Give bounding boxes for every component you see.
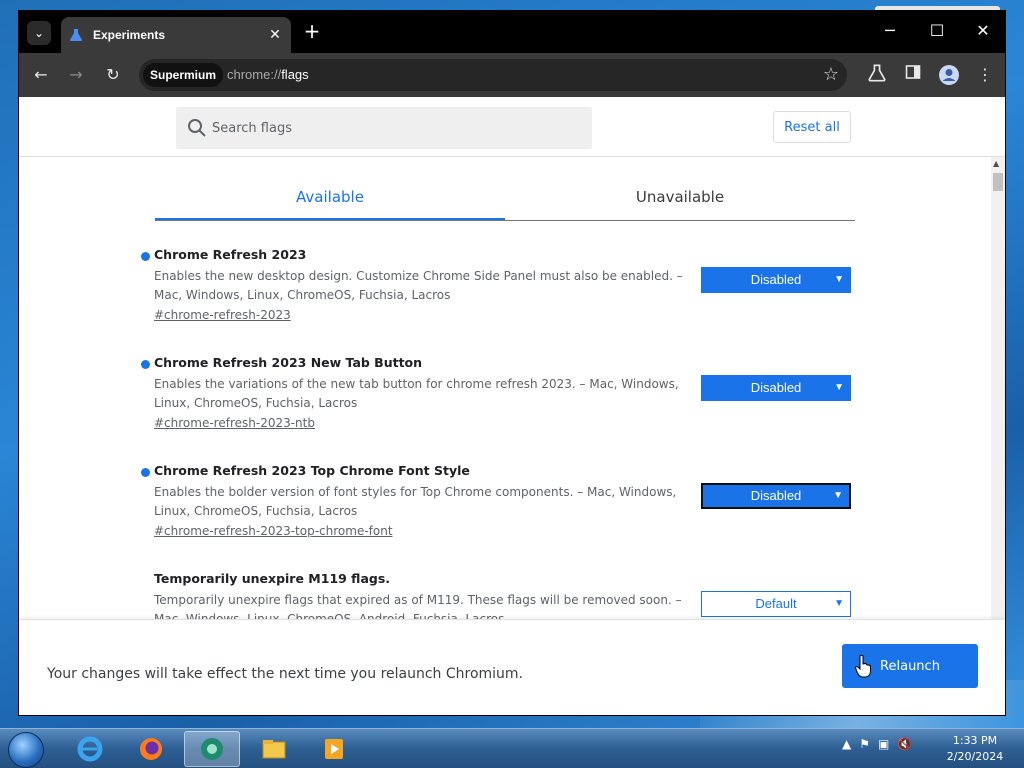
tab-unavailable[interactable]: Unavailable (505, 179, 855, 220)
flag-description: Enables the bolder version of font style… (154, 485, 677, 518)
taskbar-internet-explorer[interactable] (62, 731, 118, 767)
flag-description: Enables the new desktop design. Customiz… (154, 269, 683, 302)
browser-window: ⌄ Experiments ✕ + ─ ☐ ✕ ← → ↻ Supermium … (18, 10, 1006, 716)
browser-toolbar: ← → ↻ Supermium chrome://flags ☆ ⋮ (19, 53, 1005, 97)
profile-chip[interactable]: Supermium (143, 63, 224, 87)
modified-indicator-dot (141, 252, 150, 261)
chevron-down-icon: ▼ (834, 382, 844, 393)
minimize-button[interactable]: ─ (879, 21, 901, 43)
address-bar[interactable]: Supermium chrome://flags ☆ (139, 59, 847, 91)
tab-experiments[interactable]: Experiments ✕ (61, 17, 291, 53)
new-tab-button[interactable]: + (301, 21, 323, 43)
avatar-icon (939, 65, 959, 85)
flags-content: Available Unavailable Chrome Refresh 202… (19, 157, 989, 619)
flags-header: Reset all (19, 97, 1005, 157)
panel-icon (905, 65, 921, 79)
chevron-down-icon: ▼ (834, 598, 844, 609)
modified-indicator-dot (141, 360, 150, 369)
clock-time: 1:33 PM (952, 734, 998, 747)
flask-icon (70, 29, 82, 41)
volume-muted-icon[interactable]: 🔇 (897, 737, 912, 751)
menu-kebab-icon[interactable]: ⋮ (973, 64, 997, 88)
title-bar: ⌄ Experiments ✕ + ─ ☐ ✕ (19, 11, 1005, 53)
start-button[interactable] (8, 732, 44, 768)
close-window-button[interactable]: ✕ (972, 21, 994, 43)
forward-button[interactable]: → (64, 64, 88, 88)
tab-available[interactable]: Available (155, 179, 505, 220)
flag-permalink[interactable]: #chrome-refresh-2023-top-chrome-font (154, 524, 393, 538)
hand-cursor-icon (854, 654, 871, 678)
url-text[interactable]: chrome://flags (227, 59, 309, 91)
flag-name: Temporarily unexpire M119 flags. (154, 571, 391, 586)
chromium-icon (201, 738, 223, 760)
flag-state-select[interactable]: Disabled ▼ (701, 267, 851, 293)
internet-explorer-icon (77, 736, 103, 762)
scroll-up-arrow-icon[interactable]: ▲ (993, 159, 999, 168)
taskbar-firefox[interactable] (123, 731, 179, 767)
modified-indicator-dot (141, 468, 150, 477)
url-scheme: chrome:// (227, 67, 282, 82)
flag-state-select[interactable]: Disabled ▼ (701, 483, 851, 509)
flag-permalink[interactable]: #chrome-refresh-2023-ntb (154, 416, 315, 430)
relaunch-message: Your changes will take effect the next t… (47, 666, 524, 682)
back-button[interactable]: ← (29, 64, 53, 88)
tab-title: Experiments (93, 28, 166, 42)
system-tray: ▲ ⚑ ▣ 🔇 (842, 737, 912, 751)
scrollbar-thumb[interactable] (993, 173, 1003, 191)
reset-all-button[interactable]: Reset all (773, 111, 851, 143)
taskbar-chromium[interactable] (184, 731, 240, 767)
flag-state-select[interactable]: Disabled ▼ (701, 375, 851, 401)
reload-button[interactable]: ↻ (101, 64, 125, 88)
chevron-down-icon: ⌄ (33, 26, 45, 40)
show-hidden-icons-arrow-icon[interactable]: ▲ (842, 737, 851, 751)
chevron-down-icon: ▼ (834, 274, 844, 285)
flag-description: Enables the variations of the new tab bu… (154, 377, 679, 410)
taskbar-file-explorer[interactable] (246, 731, 302, 767)
select-value: Default (755, 596, 797, 611)
flag-description: Temporarily unexpire flags that expired … (154, 593, 682, 619)
action-center-flag-icon[interactable]: ⚑ (859, 737, 870, 751)
clock-date: 2/20/2024 (946, 750, 1004, 763)
search-icon (188, 119, 206, 137)
search-input[interactable] (212, 107, 582, 149)
flag-name: Chrome Refresh 2023 New Tab Button (154, 355, 423, 370)
network-icon[interactable]: ▣ (878, 737, 889, 751)
search-box[interactable] (176, 107, 592, 149)
tab-search-button[interactable]: ⌄ (27, 21, 51, 45)
flag-name: Chrome Refresh 2023 Top Chrome Font Styl… (154, 463, 470, 478)
maximize-button[interactable]: ☐ (926, 21, 948, 43)
firefox-icon (140, 738, 162, 760)
flags-tabs: Available Unavailable (155, 179, 855, 221)
taskbar: ▲ ⚑ ▣ 🔇 1:33 PM 2/20/2024 (0, 728, 1024, 768)
vertical-scrollbar[interactable]: ▲ (991, 157, 1005, 619)
url-host: flags (281, 67, 309, 82)
media-player-icon (325, 739, 343, 759)
folder-icon (262, 740, 286, 759)
tab-close-icon[interactable]: ✕ (265, 27, 285, 43)
flag-state-select[interactable]: Default ▼ (701, 591, 851, 617)
profile-avatar-icon[interactable] (937, 64, 961, 88)
select-value: Disabled (750, 380, 802, 395)
taskbar-media-player[interactable] (306, 731, 362, 767)
side-panel-icon[interactable] (901, 64, 925, 88)
flask-outline-icon (868, 64, 886, 82)
taskbar-clock[interactable]: 1:33 PM 2/20/2024 (940, 733, 1010, 765)
labs-flask-icon[interactable] (865, 64, 889, 88)
bookmark-star-icon[interactable]: ☆ (823, 65, 839, 85)
flag-name: Chrome Refresh 2023 (154, 247, 307, 262)
select-value: Disabled (750, 488, 802, 503)
select-value: Disabled (750, 272, 802, 287)
flag-permalink[interactable]: #chrome-refresh-2023 (154, 308, 291, 322)
chevron-down-icon: ▼ (833, 490, 843, 501)
